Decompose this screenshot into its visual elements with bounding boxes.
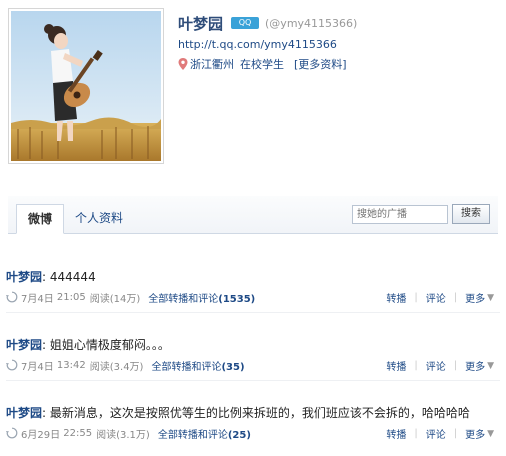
tab-personal-info[interactable]: 个人资料 xyxy=(64,204,134,234)
profile-occupation[interactable]: 在校学生 xyxy=(240,56,284,72)
post-divider xyxy=(6,380,500,381)
more-button[interactable]: 更多 xyxy=(465,290,485,305)
post-item: 叶梦园: 姐姐心情极度郁闷。。。 7月4日 13:42 阅读(3.4万) 全部转… xyxy=(0,336,506,402)
post-content: 444444 xyxy=(49,270,96,284)
repost-loop-icon xyxy=(6,427,18,439)
post-item: 叶梦园: 最新消息，这次是按照优等生的比例来拆班的，我们班应该不会拆的，哈哈哈哈… xyxy=(0,404,506,456)
post-actions: 转播 | 评论 | 更多 ▼ xyxy=(386,290,494,305)
profile-location[interactable]: 浙江衢州 xyxy=(190,56,234,72)
divider: | xyxy=(414,360,418,371)
post-content: 姐姐心情极度郁闷。。。 xyxy=(49,338,170,352)
chevron-down-icon[interactable]: ▼ xyxy=(487,293,494,303)
post-time[interactable]: 13:42 xyxy=(57,360,86,371)
post-reads: 阅读(14万) xyxy=(89,293,141,305)
divider: | xyxy=(414,428,418,439)
profile-url[interactable]: http://t.qq.com/ymy4115366 xyxy=(178,38,337,51)
post-time[interactable]: 21:05 xyxy=(57,292,86,303)
comment-button[interactable]: 评论 xyxy=(426,358,446,373)
qq-badge-icon: QQ xyxy=(231,17,260,29)
repost-loop-icon xyxy=(6,291,18,303)
post-meta: 6月29日 22:55 阅读(3.1万) 全部转播和评论(25) xyxy=(6,426,251,441)
chevron-down-icon[interactable]: ▼ xyxy=(487,361,494,371)
post-time[interactable]: 22:55 xyxy=(63,428,92,439)
post-meta: 7月4日 21:05 阅读(14万) 全部转播和评论(1535) xyxy=(6,290,255,305)
post-author[interactable]: 叶梦园 xyxy=(6,406,42,420)
divider: | xyxy=(453,428,458,439)
post-meta: 7月4日 13:42 阅读(3.4万) 全部转播和评论(35) xyxy=(6,358,245,373)
post-colon: : xyxy=(42,406,47,420)
post-reads: 阅读(3.4万) xyxy=(89,361,144,373)
repost-button[interactable]: 转播 xyxy=(386,426,406,441)
all-reposts-comments-link[interactable]: 全部转播和评论(25) xyxy=(158,426,251,441)
search-button[interactable]: 搜索 xyxy=(452,204,490,224)
post-actions: 转播 | 评论 | 更多 ▼ xyxy=(386,426,494,441)
post-date[interactable]: 6月29日 xyxy=(21,426,60,441)
comment-button[interactable]: 评论 xyxy=(426,290,446,305)
tab-weibo[interactable]: 微博 xyxy=(16,204,65,234)
post-colon: : xyxy=(42,338,47,352)
post-text: 叶梦园: 姐姐心情极度郁闷。。。 xyxy=(6,336,170,353)
avatar[interactable] xyxy=(8,8,164,164)
post-colon: : xyxy=(42,270,47,284)
repost-button[interactable]: 转播 xyxy=(386,358,406,373)
tab-bar: 微博 个人资料 搜索 xyxy=(8,196,498,234)
post-author[interactable]: 叶梦园 xyxy=(6,270,42,284)
divider: | xyxy=(453,360,458,371)
divider: | xyxy=(414,292,418,303)
divider: | xyxy=(453,292,458,303)
post-text: 叶梦园: 最新消息，这次是按照优等生的比例来拆班的，我们班应该不会拆的，哈哈哈哈 xyxy=(6,404,470,421)
post-divider xyxy=(6,312,500,313)
comment-button[interactable]: 评论 xyxy=(426,426,446,441)
post-date[interactable]: 7月4日 xyxy=(21,358,54,373)
more-button[interactable]: 更多 xyxy=(465,358,485,373)
repost-button[interactable]: 转播 xyxy=(386,290,406,305)
chevron-down-icon[interactable]: ▼ xyxy=(487,429,494,439)
post-date[interactable]: 7月4日 xyxy=(21,290,54,305)
repost-loop-icon xyxy=(6,359,18,371)
post-actions: 转播 | 评论 | 更多 ▼ xyxy=(386,358,494,373)
location-pin-icon xyxy=(178,58,188,70)
profile-header: 叶梦园 QQ (@ymy4115366) http://t.qq.com/ymy… xyxy=(8,8,498,168)
post-text: 叶梦园: 444444 xyxy=(6,268,96,285)
post-content: 最新消息，这次是按照优等生的比例来拆班的，我们班应该不会拆的，哈哈哈哈 xyxy=(49,406,470,420)
all-reposts-comments-link[interactable]: 全部转播和评论(35) xyxy=(151,358,244,373)
more-profile-link[interactable]: [更多资料] xyxy=(294,56,347,72)
all-reposts-comments-link[interactable]: 全部转播和评论(1535) xyxy=(148,290,255,305)
post-reads: 阅读(3.1万) xyxy=(96,429,150,441)
profile-handle: (@ymy4115366) xyxy=(265,16,358,30)
profile-name[interactable]: 叶梦园 xyxy=(178,13,223,34)
post-item: 叶梦园: 444444 7月4日 21:05 阅读(14万) 全部转播和评论(1… xyxy=(0,268,506,334)
post-author[interactable]: 叶梦园 xyxy=(6,338,42,352)
avatar-photo xyxy=(11,11,161,161)
search-input[interactable] xyxy=(352,205,448,224)
more-button[interactable]: 更多 xyxy=(465,426,485,441)
